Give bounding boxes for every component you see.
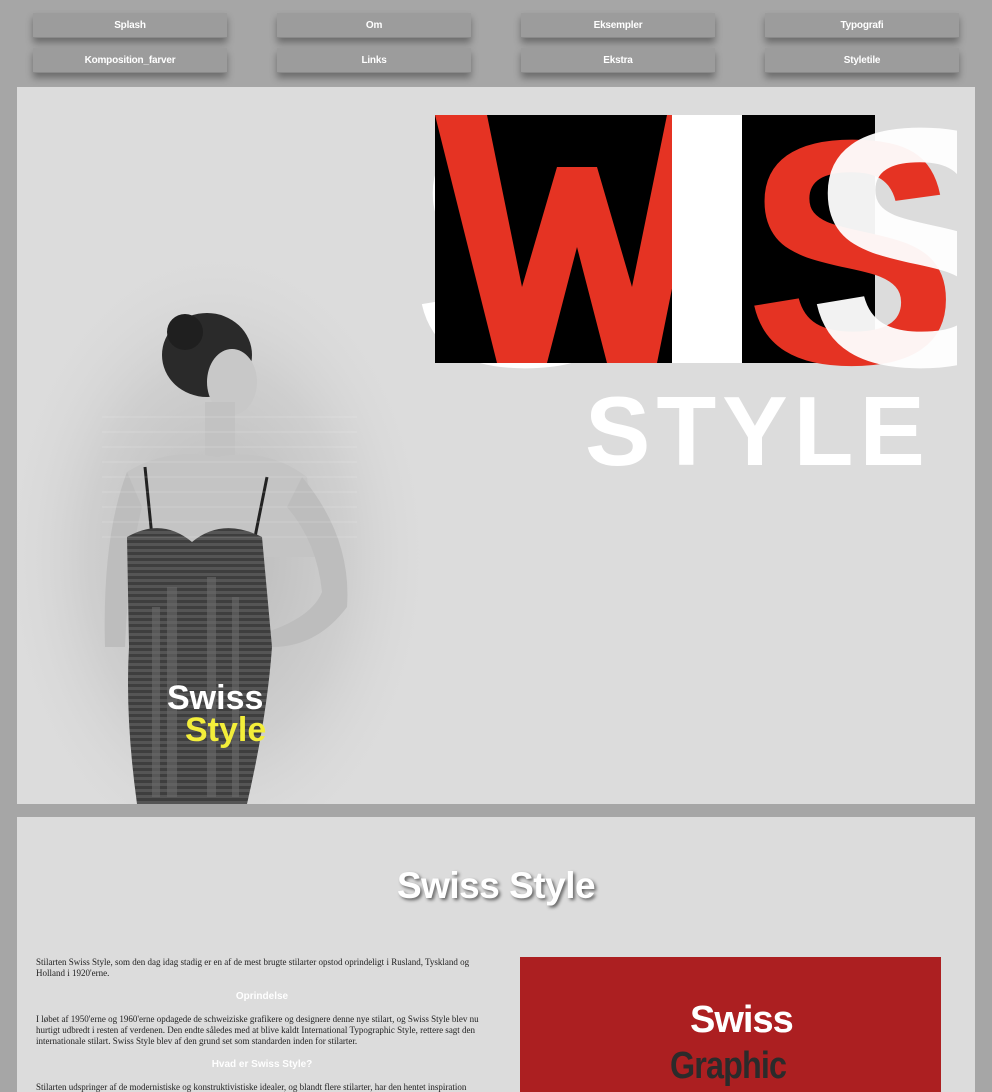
article-text: Stilarten Swiss Style, som den dag idag …	[36, 957, 488, 1092]
heading-what-is: Hvad er Swiss Style?	[211, 1059, 313, 1070]
nav-button-links[interactable]: Links	[277, 48, 471, 73]
paragraph-intro: Stilarten Swiss Style, som den dag idag …	[36, 957, 470, 978]
hero-banner: Swiss Style S S S STYLE	[17, 87, 975, 804]
logo-style-word: STYLE	[585, 376, 931, 486]
woman-photo: Swiss Style	[17, 237, 437, 804]
page-title: Swiss Style	[396, 865, 596, 906]
nav-button-eksempler[interactable]: Eksempler	[521, 13, 715, 38]
hero-artwork: Swiss Style S S S STYLE	[17, 103, 957, 804]
content-panel: Swiss Style Stilarten Swiss Style, som d…	[17, 817, 975, 1092]
paragraph-what-is: Stilarten udspringer af de modernistiske…	[36, 1082, 467, 1092]
graphic-word-graphic: Graphic	[670, 1045, 787, 1087]
graphic-word-swiss: Swiss	[690, 999, 794, 1041]
image-caption-style: Style	[185, 711, 266, 749]
nav-button-komposition-farver[interactable]: Komposition_farver	[33, 48, 227, 73]
paragraph-origin: I løbet af 1950'erne og 1960'erne opdage…	[36, 1014, 479, 1046]
heading-oprindelse: Oprindelse	[235, 991, 289, 1002]
nav-button-splash[interactable]: Splash	[33, 13, 227, 38]
nav-button-styletile[interactable]: Styletile	[765, 48, 959, 73]
nav-button-typografi[interactable]: Typografi	[765, 13, 959, 38]
nav-button-om[interactable]: Om	[277, 13, 471, 38]
swiss-graphic-image: Swiss Graphic	[520, 957, 941, 1092]
nav-button-ekstra[interactable]: Ekstra	[521, 48, 715, 73]
top-navigation: Splash Om Eksempler Typografi Kompositio…	[0, 0, 992, 86]
